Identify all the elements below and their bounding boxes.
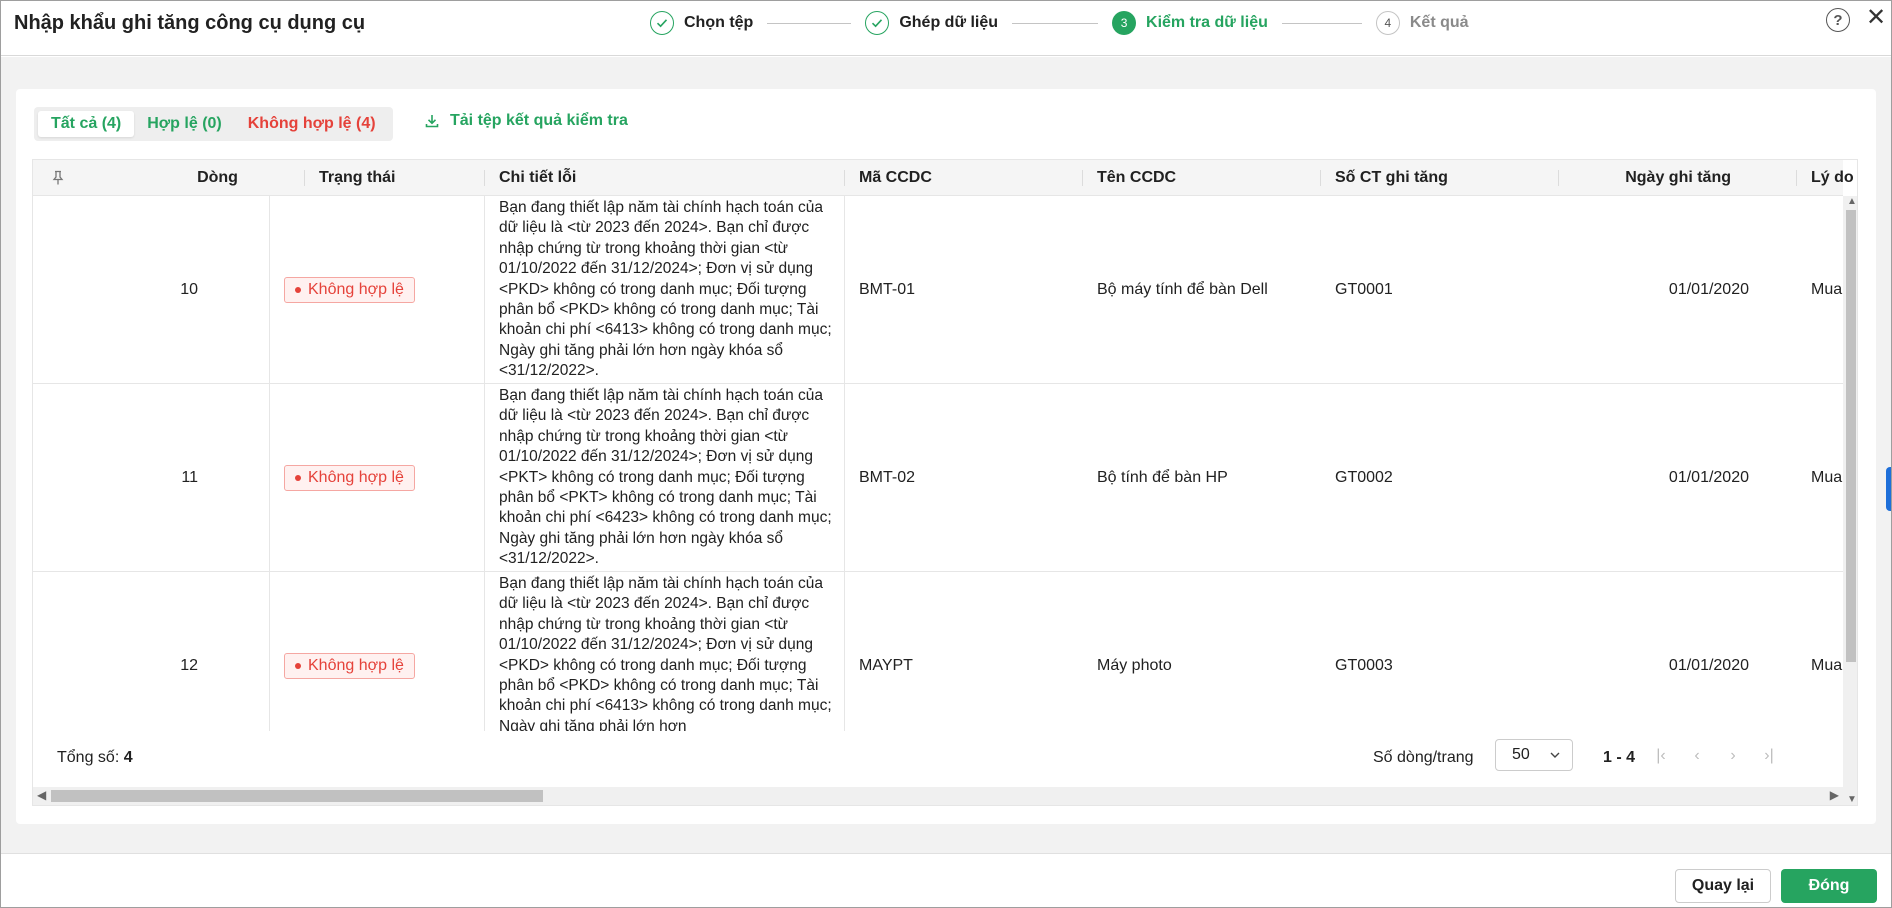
horizontal-scrollbar[interactable]: ◀ ▶: [33, 787, 1843, 805]
chevron-down-icon: [1550, 752, 1560, 758]
table-row[interactable]: 12 Không hợp lệ Bạn đang thiết lập năm t…: [33, 572, 1843, 731]
cell-ma-ccdc: MAYPT: [859, 657, 913, 674]
error-detail-text: Bạn đang thiết lập năm tài chính hạch to…: [499, 199, 832, 380]
step-chon-tep: Chọn tệp: [650, 11, 753, 35]
step-label: Ghép dữ liệu: [899, 14, 999, 31]
cell-ly-do: Mua mới: [1811, 657, 1843, 674]
step-number: 4: [1375, 11, 1400, 35]
back-button[interactable]: Quay lại: [1675, 869, 1771, 903]
table-row[interactable]: 11 Không hợp lệ Bạn đang thiết lập năm t…: [33, 384, 1843, 572]
cell-ngay-ghi-tang: 01/01/2020: [1668, 281, 1749, 298]
cell-ngay-ghi-tang: 01/01/2020: [1668, 657, 1749, 674]
step-connector: [767, 22, 852, 24]
result-table: Dòng Trạng thái Chi tiết lỗi Mã CCDC Tên…: [32, 159, 1858, 806]
close-button[interactable]: Đóng: [1781, 869, 1877, 903]
next-page-icon[interactable]: ›: [1715, 747, 1751, 765]
col-header-ma-ccdc[interactable]: Mã CCDC: [845, 160, 1083, 196]
close-icon[interactable]: ✕: [1864, 6, 1888, 30]
cell-trang-thai: Không hợp lệ: [270, 572, 485, 731]
cell-ma-ccdc: BMT-02: [859, 469, 916, 486]
content-card: Tất cả (4) Hợp lệ (0) Không hợp lệ (4) T…: [16, 89, 1876, 824]
pin-column-header[interactable]: [33, 160, 130, 196]
cell-so-ct: GT0003: [1335, 657, 1393, 674]
page-range: 1 - 4: [1603, 749, 1636, 766]
cell-so-ct: GT0001: [1335, 281, 1393, 298]
first-page-icon[interactable]: |‹: [1643, 747, 1679, 765]
help-icon[interactable]: ?: [1826, 8, 1850, 32]
col-header-ly-do[interactable]: Lý do gh: [1797, 160, 1857, 196]
step-kiem-tra-du-lieu: 3 Kiểm tra dữ liệu: [1112, 11, 1268, 35]
dialog-body: Tất cả (4) Hợp lệ (0) Không hợp lệ (4) T…: [0, 57, 1892, 853]
dialog-header: Nhập khẩu ghi tăng công cụ dụng cụ Chọn …: [0, 0, 1892, 56]
filter-tabs: Tất cả (4) Hợp lệ (0) Không hợp lệ (4): [34, 107, 393, 141]
tab-valid[interactable]: Hợp lệ (0): [134, 111, 235, 137]
cell-ma-ccdc: BMT-01: [859, 281, 916, 298]
step-label: Chọn tệp: [684, 14, 754, 31]
dialog-footer: Quay lại Đóng: [0, 853, 1892, 908]
table-row[interactable]: 10 Không hợp lệ Bạn đang thiết lập năm t…: [33, 196, 1843, 384]
step-connector: [1281, 22, 1362, 24]
error-detail-text: Bạn đang thiết lập năm tài chính hạch to…: [499, 575, 832, 731]
scroll-left-icon[interactable]: ◀: [37, 788, 46, 802]
col-header-trang-thai[interactable]: Trạng thái: [305, 160, 485, 196]
tab-invalid[interactable]: Không hợp lệ (4): [235, 111, 389, 137]
prev-page-icon[interactable]: ‹: [1679, 747, 1715, 765]
table-footer: Tổng số: 4 Số dòng/trang 50 1 - 4 |‹ ‹ ›…: [33, 731, 1843, 787]
cell-ten-ccdc: Máy photo: [1097, 657, 1172, 674]
scroll-up-icon[interactable]: ▲: [1847, 196, 1857, 207]
cell-chi-tiet-loi: Bạn đang thiết lập năm tài chính hạch to…: [485, 572, 845, 731]
scroll-right-icon[interactable]: ▶: [1830, 788, 1839, 802]
vertical-scroll-thumb[interactable]: [1846, 210, 1856, 662]
status-badge: Không hợp lệ: [284, 653, 415, 679]
stepper: Chọn tệp Ghép dữ liệu 3 Kiểm tra dữ liệu…: [650, 10, 1469, 36]
col-header-ngay-ghi-tang[interactable]: Ngày ghi tăng: [1559, 160, 1797, 196]
table-body: 10 Không hợp lệ Bạn đang thiết lập năm t…: [33, 196, 1843, 731]
table-header: Dòng Trạng thái Chi tiết lỗi Mã CCDC Tên…: [33, 160, 1857, 196]
cell-dong: 10: [180, 281, 198, 298]
col-header-dong[interactable]: Dòng: [130, 160, 305, 196]
dialog-title: Nhập khẩu ghi tăng công cụ dụng cụ: [14, 12, 366, 34]
cell-dong: 11: [181, 469, 198, 486]
step-label: Kết quả: [1409, 14, 1469, 31]
error-detail-text: Bạn đang thiết lập năm tài chính hạch to…: [499, 387, 832, 568]
vertical-scrollbar[interactable]: ▲ ▼: [1843, 196, 1857, 805]
cell-ten-ccdc: Bộ máy tính để bàn Dell: [1097, 281, 1268, 298]
cell-ngay-ghi-tang: 01/01/2020: [1668, 469, 1749, 486]
download-label: Tải tệp kết quả kiểm tra: [450, 112, 628, 129]
cell-chi-tiet-loi: Bạn đang thiết lập năm tài chính hạch to…: [485, 384, 845, 572]
cell-ly-do: Mua mới: [1811, 469, 1843, 486]
scroll-down-icon[interactable]: ▼: [1847, 794, 1857, 805]
step-number: 3: [1112, 11, 1137, 35]
check-icon: [650, 11, 674, 35]
step-ghep-du-lieu: Ghép dữ liệu: [865, 11, 998, 35]
col-header-so-ct[interactable]: Số CT ghi tăng: [1321, 160, 1559, 196]
cell-so-ct: GT0002: [1335, 469, 1393, 486]
cell-dong: 12: [180, 657, 198, 674]
download-result-button[interactable]: Tải tệp kết quả kiểm tra: [424, 112, 628, 130]
cell-chi-tiet-loi: Bạn đang thiết lập năm tài chính hạch to…: [485, 196, 845, 384]
pin-icon: [52, 170, 64, 185]
col-header-chi-tiet-loi[interactable]: Chi tiết lỗi: [485, 160, 845, 196]
step-ket-qua: 4 Kết quả: [1375, 11, 1469, 35]
rows-per-page-select[interactable]: 50: [1495, 739, 1573, 771]
check-icon: [865, 11, 890, 35]
horizontal-scroll-thumb[interactable]: [51, 790, 543, 802]
cell-trang-thai: Không hợp lệ: [270, 384, 485, 572]
tab-all[interactable]: Tất cả (4): [38, 111, 135, 137]
step-label: Kiểm tra dữ liệu: [1146, 14, 1268, 31]
total-count: Tổng số: 4: [57, 749, 133, 766]
status-badge: Không hợp lệ: [284, 277, 415, 303]
last-page-icon[interactable]: ›|: [1751, 747, 1787, 765]
cell-ten-ccdc: Bộ tính để bàn HP: [1097, 469, 1228, 486]
side-panel-handle[interactable]: [1886, 467, 1892, 511]
status-badge: Không hợp lệ: [284, 465, 415, 491]
pagination: |‹ ‹ › ›|: [1643, 747, 1787, 765]
cell-trang-thai: Không hợp lệ: [270, 196, 485, 384]
download-icon: [425, 115, 439, 128]
col-header-ten-ccdc[interactable]: Tên CCDC: [1083, 160, 1321, 196]
step-connector: [1012, 22, 1099, 24]
rows-per-page-label: Số dòng/trang: [1373, 749, 1474, 766]
cell-ly-do: Mua mới: [1811, 281, 1843, 298]
